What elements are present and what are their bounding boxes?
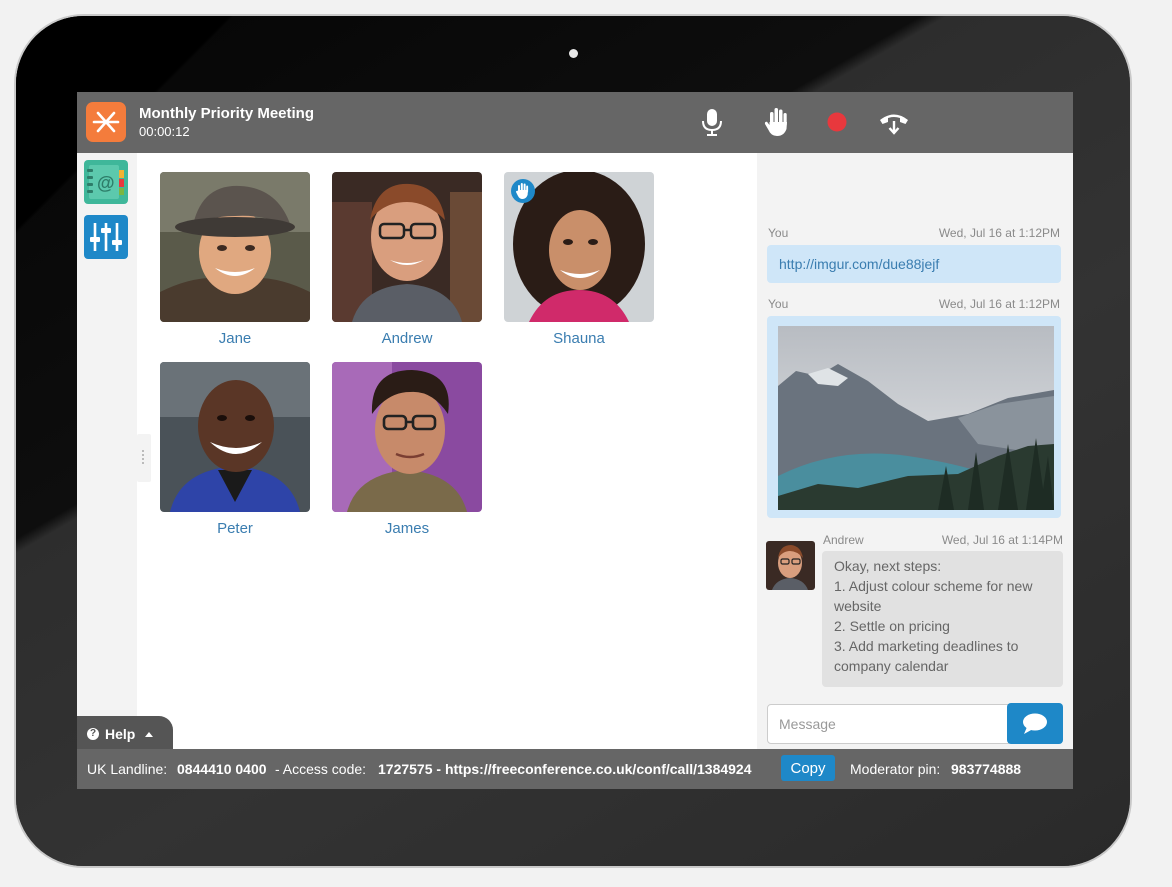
hang-up-icon[interactable] — [878, 106, 910, 138]
participant-photo — [160, 362, 310, 512]
message-sender: You — [768, 297, 789, 311]
message-line: 1. Adjust colour scheme for new — [834, 578, 1033, 594]
message-timestamp: Wed, Jul 16 at 1:12PM — [938, 297, 1060, 311]
dial-in-bar: UK Landline: 0844410 0400 - Access code:… — [77, 749, 1073, 789]
participant-tile-peter[interactable]: Peter — [160, 362, 310, 537]
app-logo-icon — [86, 102, 126, 142]
message-sender: You — [768, 226, 789, 240]
message-line: company calendar — [834, 658, 949, 674]
panel-resize-handle[interactable] — [137, 434, 151, 482]
participant-tile-andrew[interactable]: Andrew — [332, 172, 482, 347]
chat-message-image — [767, 316, 1061, 518]
record-icon[interactable] — [821, 106, 853, 138]
moderator-pin: 983774888 — [951, 761, 1022, 777]
microphone-icon[interactable] — [696, 106, 728, 138]
access-code-label: - Access code: — [275, 761, 367, 777]
copy-button[interactable]: Copy — [781, 755, 835, 781]
chat-composer — [757, 696, 1073, 749]
meeting-timer: 00:00:12 — [139, 124, 190, 139]
chat-panel: You Wed, Jul 16 at 1:12PM http://imgur.c… — [757, 153, 1073, 696]
camera-dot — [569, 49, 578, 58]
tool-strip: @ — [77, 153, 137, 716]
help-icon: ? — [87, 728, 99, 740]
help-label: Help — [105, 726, 136, 742]
message-link[interactable]: http://imgur.com/due88jejf — [779, 256, 939, 272]
participant-name: Jane — [218, 330, 252, 347]
message-line: website — [834, 598, 882, 614]
participant-name: Shauna — [553, 330, 605, 347]
message-timestamp: Wed, Jul 16 at 1:14PM — [941, 533, 1063, 547]
message-line: 2. Settle on pricing — [834, 618, 950, 634]
message-line: Okay, next steps: — [834, 558, 942, 574]
top-bar: Monthly Priority Meeting 00:00:12 — [77, 92, 1073, 153]
participant-name: Andrew — [381, 330, 433, 347]
avatar — [766, 541, 815, 590]
participant-photo — [332, 362, 482, 512]
participant-tile-shauna[interactable]: Shauna — [504, 172, 654, 347]
raise-hand-icon[interactable] — [761, 106, 793, 138]
participant-tile-jane[interactable]: Jane — [160, 172, 310, 347]
participant-name: Peter — [217, 520, 253, 537]
send-message-button[interactable] — [1007, 703, 1063, 744]
landline-label: UK Landline: — [87, 761, 168, 777]
conference-screen: Monthly Priority Meeting 00:00:12 @ Jane… — [77, 92, 1073, 789]
moderator-pin-label: Moderator pin: — [850, 761, 941, 777]
chat-message-link: http://imgur.com/due88jejf — [767, 245, 1061, 283]
chat-bubble-icon — [1023, 713, 1047, 734]
shared-image-thumbnail[interactable] — [778, 326, 1054, 510]
participant-tile-james[interactable]: James — [332, 362, 482, 537]
meeting-title: Monthly Priority Meeting — [139, 105, 315, 122]
participant-name: James — [384, 520, 430, 537]
message-sender: Andrew — [823, 533, 864, 547]
address-book-icon[interactable]: @ — [84, 160, 128, 204]
caret-up-icon — [145, 732, 153, 737]
participant-photo — [332, 172, 482, 322]
raised-hand-badge-icon — [511, 179, 535, 203]
message-line: 3. Add marketing deadlines to — [834, 638, 1019, 654]
message-timestamp: Wed, Jul 16 at 1:12PM — [938, 226, 1060, 240]
svg-text:@: @ — [97, 173, 115, 193]
sliders-icon[interactable] — [84, 215, 128, 259]
participant-photo — [504, 172, 654, 322]
landline-number: 0844410 0400 — [177, 761, 267, 777]
chat-message-text: Okay, next steps: 1. Adjust colour schem… — [822, 551, 1063, 687]
help-tab[interactable]: ? Help — [77, 716, 173, 749]
participant-photo — [160, 172, 310, 322]
message-input[interactable] — [767, 704, 1009, 744]
access-code-and-url: 1727575 - https://freeconference.co.uk/c… — [378, 761, 752, 777]
